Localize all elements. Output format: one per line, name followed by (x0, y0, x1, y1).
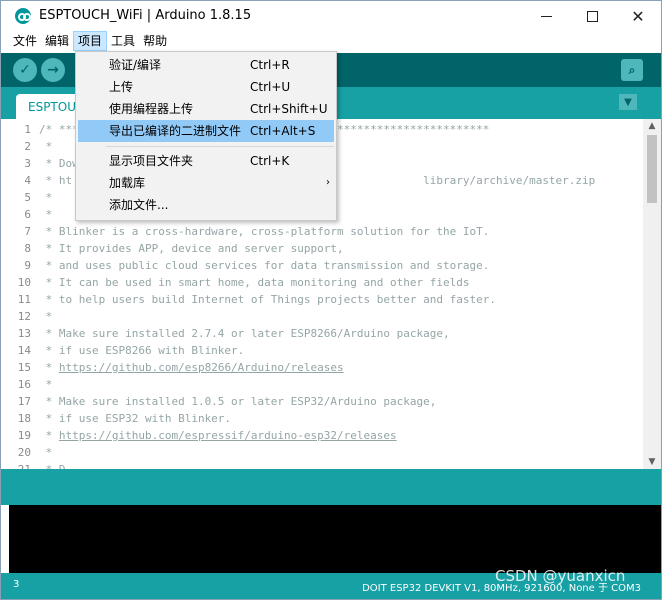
menu-item-label: 加载库 (109, 176, 146, 190)
line-number: 16 (17, 378, 31, 391)
code-line: * Blinker is a cross-hardware, cross-pla… (39, 225, 490, 238)
line-number: 21 (1, 461, 35, 469)
scrollbar-thumb[interactable] (647, 135, 657, 203)
menu-separator (106, 146, 334, 147)
line-number: 12 (17, 310, 31, 323)
window-title: ESPTOUCH_WiFi | Arduino 1.8.15 (39, 8, 252, 23)
menu-edit[interactable]: 编辑 (41, 31, 73, 51)
menu-item-upload[interactable]: 上传 Ctrl+U (76, 76, 336, 98)
menu-item-verify-compile[interactable]: 验证/编译 Ctrl+R (76, 54, 336, 76)
menu-item-label: 添加文件... (109, 198, 169, 212)
chevron-down-icon: ▼ (624, 96, 632, 108)
code-line: * It provides APP, device and server sup… (39, 242, 344, 255)
line-number: 10 (17, 276, 31, 289)
line-number: 19 (17, 429, 31, 442)
menu-item-label: 显示项目文件夹 (109, 154, 194, 168)
esp32-releases-link[interactable]: https://github.com/espressif/arduino-esp… (59, 429, 397, 442)
title-bar: ESPTOUCH_WiFi | Arduino 1.8.15 ✕ (1, 1, 661, 31)
maximize-button[interactable] (569, 1, 615, 31)
scroll-down-icon[interactable]: ▼ (643, 455, 661, 469)
code-line: * to help users build Internet of Things… (39, 293, 496, 306)
menu-item-label: 使用编程器上传 (109, 102, 194, 116)
code-line: * (39, 378, 53, 391)
close-icon: ✕ (631, 6, 645, 26)
line-number: 4 (24, 174, 31, 187)
menu-bar: 文件 编辑 项目 工具 帮助 (1, 31, 661, 51)
menu-item-label: 导出已编译的二进制文件 (109, 124, 242, 138)
line-number: 20 (17, 446, 31, 459)
menu-item-label: 上传 (109, 80, 134, 94)
line-number: 18 (17, 412, 31, 425)
minimize-icon (540, 15, 552, 17)
menu-item-shortcut: Ctrl+K (250, 154, 290, 168)
csdn-watermark: CSDN @yuanxicn (495, 567, 626, 585)
vertical-scrollbar[interactable]: ▲ ▼ (643, 119, 661, 469)
line-number: 15 (17, 361, 31, 374)
menu-item-upload-using-programmer[interactable]: 使用编程器上传 Ctrl+Shift+U (76, 98, 336, 120)
line-number: 13 (17, 327, 31, 340)
tab-menu-button[interactable]: ▼ (619, 94, 637, 110)
upload-button[interactable]: → (41, 58, 65, 82)
code-line: * (39, 446, 53, 459)
menu-item-label: 验证/编译 (109, 58, 162, 72)
line-number: 6 (24, 208, 31, 221)
menu-item-add-file[interactable]: 添加文件... (76, 194, 336, 216)
line-number: 3 (24, 157, 31, 170)
close-button[interactable]: ✕ (615, 1, 661, 31)
menu-item-shortcut: Ctrl+U (250, 80, 291, 94)
current-line-number: 3 (13, 579, 20, 590)
code-line: * https://github.com/esp8266/Arduino/rel… (39, 359, 639, 376)
line-number: 8 (24, 242, 31, 255)
maximize-icon (586, 10, 598, 22)
menu-help[interactable]: 帮助 (139, 31, 171, 51)
code-line-prefix: * (39, 429, 59, 442)
line-number-gutter: 1 2 3 4 5 6 7 8 9 10 11 12 13 14 15 16 1… (1, 121, 35, 469)
message-bar (1, 469, 661, 505)
code-line: * and uses public cloud services for dat… (39, 259, 490, 272)
minimize-button[interactable] (523, 1, 569, 31)
line-number: 2 (24, 140, 31, 153)
code-line: * It can be used in smart home, data mon… (39, 276, 470, 289)
arduino-ide-window: ESPTOUCH_WiFi | Arduino 1.8.15 ✕ 文件 编辑 项… (0, 0, 662, 600)
verify-button[interactable]: ✓ (13, 58, 37, 82)
code-line: * if use ESP32 with Blinker. (39, 412, 232, 425)
code-line: * Make sure installed 2.7.4 or later ESP… (39, 327, 450, 340)
esp8266-releases-link[interactable]: https://github.com/esp8266/Arduino/relea… (59, 361, 344, 374)
code-line: * https://github.com/espressif/arduino-e… (39, 427, 639, 444)
menu-item-shortcut: Ctrl+Shift+U (250, 102, 328, 116)
menu-item-shortcut: Ctrl+R (250, 58, 290, 72)
sketch-menu-dropdown: 验证/编译 Ctrl+R 上传 Ctrl+U 使用编程器上传 Ctrl+Shif… (75, 51, 337, 221)
menu-item-show-sketch-folder[interactable]: 显示项目文件夹 Ctrl+K (76, 150, 336, 172)
menu-item-shortcut: Ctrl+Alt+S (250, 124, 316, 138)
line-number: 1 (24, 123, 31, 136)
menu-item-export-compiled-binary[interactable]: 导出已编译的二进制文件 Ctrl+Alt+S (78, 120, 334, 142)
line-number: 17 (17, 395, 31, 408)
code-line: * if use ESP8266 with Blinker. (39, 344, 245, 357)
menu-sketch[interactable]: 项目 (73, 31, 108, 51)
arduino-logo-icon (15, 8, 31, 24)
submenu-arrow-icon: › (326, 177, 330, 188)
line-number: 5 (24, 191, 31, 204)
menu-file[interactable]: 文件 (9, 31, 41, 51)
line-number: 7 (24, 225, 31, 238)
menu-tools[interactable]: 工具 (107, 31, 139, 51)
line-number: 9 (24, 259, 31, 272)
output-console[interactable] (9, 505, 661, 573)
code-line: * Make sure installed 1.0.5 or later ESP… (39, 395, 437, 408)
code-line: * D (39, 461, 639, 469)
line-number: 14 (17, 344, 31, 357)
code-line: * (39, 310, 53, 323)
scroll-up-icon[interactable]: ▲ (643, 119, 661, 133)
serial-monitor-button[interactable]: ⌕ (621, 59, 643, 81)
arrow-right-icon: → (47, 62, 59, 78)
code-line-prefix: * (39, 361, 59, 374)
line-number: 11 (17, 293, 31, 306)
menu-item-include-library[interactable]: 加载库 › (76, 172, 336, 194)
magnifier-icon: ⌕ (628, 62, 636, 77)
check-icon: ✓ (19, 62, 31, 78)
